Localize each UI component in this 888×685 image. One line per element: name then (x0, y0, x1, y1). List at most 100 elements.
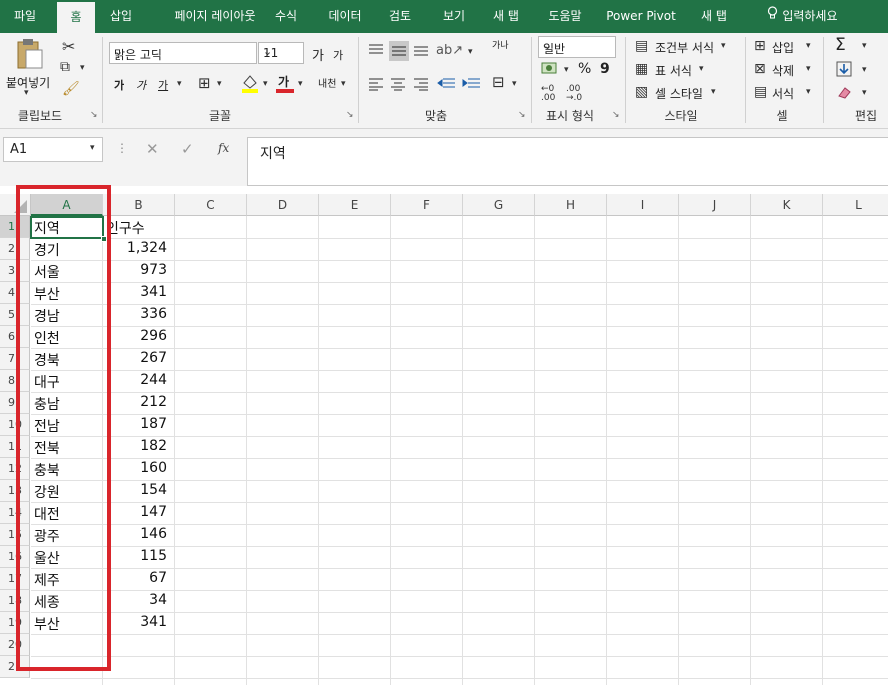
cell-b10[interactable]: 187 (103, 416, 167, 438)
cell-b7[interactable]: 267 (103, 350, 167, 372)
chevron-down-icon[interactable]: ▾ (177, 79, 182, 89)
grow-font-button[interactable]: 가 (312, 45, 324, 64)
cell-b11[interactable]: 182 (103, 438, 167, 460)
conditional-format-button[interactable]: ▤ 조건부 서식 ▾ (635, 38, 745, 56)
border-icon[interactable]: ⊞ (198, 74, 211, 92)
tab-view[interactable]: 보기 (432, 0, 476, 33)
align-bottom-icon[interactable] (413, 43, 429, 60)
column-header-i[interactable]: I (607, 194, 679, 216)
column-header-j[interactable]: J (679, 194, 751, 216)
tab-help[interactable]: 도움말 (537, 0, 593, 33)
number-format-select[interactable]: 일반 ⌄ (538, 36, 616, 58)
paste-button[interactable]: 붙여넣기 ▾ (6, 38, 52, 102)
copy-icon[interactable]: ⧉ (60, 59, 70, 75)
increase-indent-icon[interactable] (462, 77, 480, 94)
increase-decimal-icon[interactable]: ←0.00 (541, 85, 555, 103)
tell-me-search[interactable]: 입력하세요 (752, 0, 852, 33)
enter-icon[interactable]: ✓ (181, 140, 194, 158)
phonetic-button[interactable]: 내천 (318, 75, 336, 90)
cancel-icon[interactable]: ✕ (146, 140, 159, 158)
column-header-f[interactable]: F (391, 194, 463, 216)
tab-insert[interactable]: 삽입 (100, 0, 142, 33)
cell-b12[interactable]: 160 (103, 460, 167, 482)
chevron-down-icon[interactable]: ▾ (263, 79, 268, 89)
align-middle-icon[interactable] (389, 41, 409, 61)
chevron-down-icon[interactable]: ▾ (862, 65, 867, 75)
chevron-down-icon[interactable]: ▾ (564, 65, 569, 75)
chevron-down-icon[interactable]: ▾ (80, 63, 85, 73)
tab-review[interactable]: 검토 (378, 0, 422, 33)
clipboard-launcher-icon[interactable]: ↘ (90, 110, 98, 120)
font-launcher-icon[interactable]: ↘ (346, 110, 354, 120)
comma-button[interactable]: 9 (600, 61, 610, 77)
chevron-down-icon[interactable]: ▾ (341, 79, 346, 89)
insert-function-button[interactable]: fx (218, 141, 229, 155)
chevron-down-icon[interactable]: ▾ (862, 41, 867, 51)
align-right-icon[interactable] (413, 77, 429, 94)
format-cells-button[interactable]: ▤ 서식 ▾ (754, 84, 816, 102)
format-painter-icon[interactable]: 🖌 (62, 81, 80, 97)
cell-b19[interactable]: 341 (103, 614, 167, 636)
clear-icon[interactable] (836, 84, 852, 103)
column-header-c[interactable]: C (175, 194, 247, 216)
font-size-select[interactable]: 11 ⌄ (258, 42, 304, 64)
more-options-icon[interactable]: ⋮ (116, 141, 128, 155)
cell-b4[interactable]: 341 (103, 284, 167, 306)
accounting-format-icon[interactable] (541, 61, 561, 80)
chevron-down-icon[interactable]: ▾ (512, 79, 517, 89)
tab-data[interactable]: 데이터 (318, 0, 372, 33)
tab-home[interactable]: 홈 (57, 2, 95, 33)
cell-b8[interactable]: 244 (103, 372, 167, 394)
column-header-b[interactable]: B (103, 194, 175, 216)
worksheet-grid[interactable]: ABCDEFGHIJKL 1 2 3 4 5 6 7 8 9 10 11 12 13 14 15 16 17 18… (0, 186, 888, 685)
underline-button[interactable]: 가 (158, 77, 168, 93)
cell-b6[interactable]: 296 (103, 328, 167, 350)
tab-formulas[interactable]: 수식 (264, 0, 308, 33)
alignment-launcher-icon[interactable]: ↘ (518, 110, 526, 120)
number-launcher-icon[interactable]: ↘ (612, 110, 620, 120)
fill-color-icon[interactable] (241, 73, 259, 96)
chevron-down-icon[interactable]: ▾ (468, 47, 473, 57)
cell-b18[interactable]: 34 (103, 592, 167, 614)
wrap-text-button[interactable]: 가나 (492, 41, 509, 51)
autosum-button[interactable]: Σ (835, 35, 846, 55)
orientation-icon[interactable]: ab↗ (436, 43, 463, 58)
table-format-button[interactable]: ▦ 표 서식 ▾ (635, 61, 745, 79)
align-center-icon[interactable] (390, 77, 406, 94)
tab-new-2[interactable]: 새 탭 (692, 0, 736, 33)
cell-b14[interactable]: 147 (103, 504, 167, 526)
insert-cells-button[interactable]: ⊞ 삽입 ▾ (754, 38, 816, 56)
cell-b2[interactable]: 1,324 (103, 240, 167, 262)
percent-button[interactable]: % (578, 61, 591, 77)
column-header-h[interactable]: H (535, 194, 607, 216)
bold-button[interactable]: 가 (114, 77, 124, 93)
align-top-icon[interactable] (368, 43, 384, 60)
delete-cells-button[interactable]: ⊠ 삭제 ▾ (754, 61, 816, 79)
column-header-d[interactable]: D (247, 194, 319, 216)
chevron-down-icon[interactable]: ▾ (298, 79, 303, 89)
merge-center-icon[interactable]: ⊟ (492, 73, 505, 91)
formula-input[interactable]: 지역 (247, 137, 888, 186)
cell-b9[interactable]: 212 (103, 394, 167, 416)
chevron-down-icon[interactable]: ▾ (862, 88, 867, 98)
cell-b3[interactable]: 973 (103, 262, 167, 284)
column-header-e[interactable]: E (319, 194, 391, 216)
chevron-down-icon[interactable]: ▾ (217, 79, 222, 89)
cell-b16[interactable]: 115 (103, 548, 167, 570)
tab-new-1[interactable]: 새 탭 (484, 0, 528, 33)
scissors-icon[interactable]: ✂ (62, 37, 75, 56)
cell-b1[interactable]: 인구수 (106, 218, 145, 240)
cell-b13[interactable]: 154 (103, 482, 167, 504)
shrink-font-button[interactable]: 가 (333, 47, 343, 63)
tab-power-pivot[interactable]: Power Pivot (600, 0, 682, 33)
fill-icon[interactable] (836, 61, 852, 80)
italic-button[interactable]: 가 (136, 77, 146, 93)
cell-b15[interactable]: 146 (103, 526, 167, 548)
decrease-indent-icon[interactable] (437, 77, 455, 94)
font-color-button[interactable]: 가 (276, 73, 294, 93)
cell-b17[interactable]: 67 (103, 570, 167, 592)
column-header-k[interactable]: K (751, 194, 823, 216)
cell-styles-button[interactable]: ▧ 셀 스타일 ▾ (635, 84, 745, 102)
font-name-select[interactable]: 맑은 고딕 ⌄ (109, 42, 257, 64)
name-box[interactable]: A1 ▾ (3, 137, 103, 162)
